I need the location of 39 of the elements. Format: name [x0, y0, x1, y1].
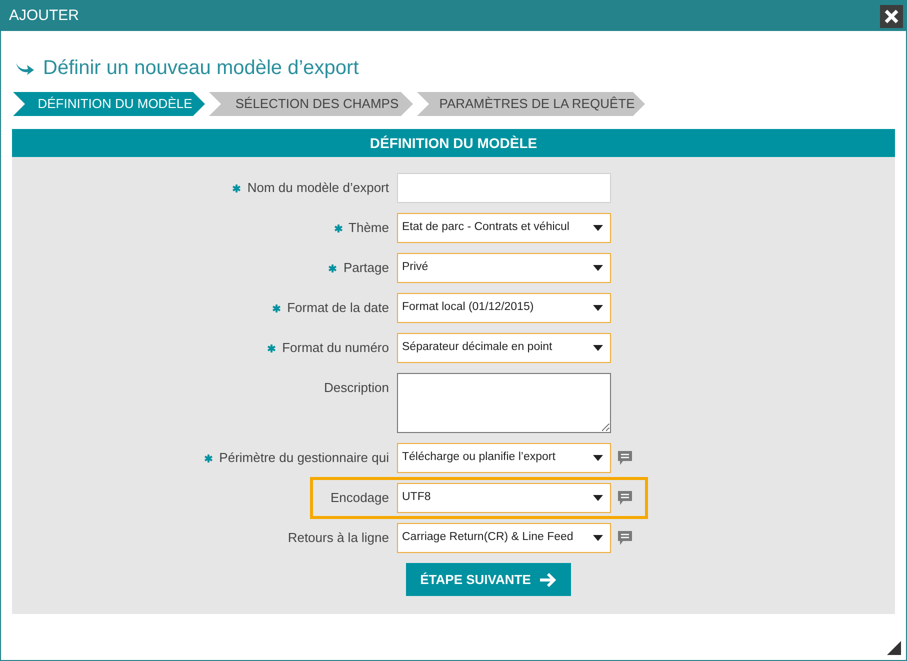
- field-label: Retours à la ligne: [288, 529, 389, 548]
- wizard-step-tab[interactable]: DÉFINITION DU MODÈLE: [13, 92, 205, 116]
- next-step-button[interactable]: ÉTAPE SUIVANTE: [406, 563, 571, 596]
- dropdown[interactable]: Télécharge ou planifie l’export: [397, 443, 611, 473]
- comment-icon[interactable]: [617, 450, 633, 466]
- panel-header: DÉFINITION DU MODÈLE: [12, 129, 895, 157]
- field-label: Encodage: [330, 489, 389, 508]
- dropdown[interactable]: Carriage Return(CR) & Line Feed: [397, 523, 611, 553]
- window-title: AJOUTER: [9, 6, 80, 26]
- caret-icon: [593, 455, 603, 461]
- page-heading: Définir un nouveau modèle d’export: [43, 56, 359, 81]
- field-label: Description: [324, 379, 389, 398]
- field-label: Format de la date: [287, 299, 389, 318]
- caret-icon: [593, 495, 603, 501]
- comment-icon[interactable]: [617, 490, 633, 506]
- field-label: Format du numéro: [282, 339, 389, 358]
- caret-icon: [593, 305, 603, 311]
- dropdown[interactable]: Privé: [397, 253, 611, 283]
- field-label: Périmètre du gestionnaire qui: [219, 449, 389, 468]
- close-icon: [884, 8, 899, 24]
- caret-icon: [593, 265, 603, 271]
- dropdown[interactable]: Format local (01/12/2015): [397, 293, 611, 323]
- dropdown[interactable]: Séparateur décimale en point: [397, 333, 611, 363]
- close-button[interactable]: [880, 4, 903, 28]
- wizard-step-tab[interactable]: PARAMÈTRES DE LA REQUÊTE: [417, 92, 645, 116]
- caret-icon: [593, 345, 603, 351]
- dropdown[interactable]: UTF8: [397, 483, 611, 513]
- caret-icon: [593, 225, 603, 231]
- field-label: Nom du modèle d’export: [247, 179, 389, 198]
- text-area[interactable]: [397, 373, 611, 433]
- resize-grip-icon[interactable]: [887, 641, 901, 655]
- input-field[interactable]: [397, 173, 611, 203]
- field-label: Thème: [348, 219, 389, 238]
- field-label: Partage: [343, 259, 389, 278]
- dropdown[interactable]: Etat de parc - Contrats et véhicul: [397, 213, 611, 243]
- comment-icon[interactable]: [617, 530, 633, 546]
- caret-icon: [593, 535, 603, 541]
- wizard-step-tab[interactable]: SÉLECTION DES CHAMPS: [209, 92, 413, 116]
- arrow-right-icon: [538, 572, 557, 588]
